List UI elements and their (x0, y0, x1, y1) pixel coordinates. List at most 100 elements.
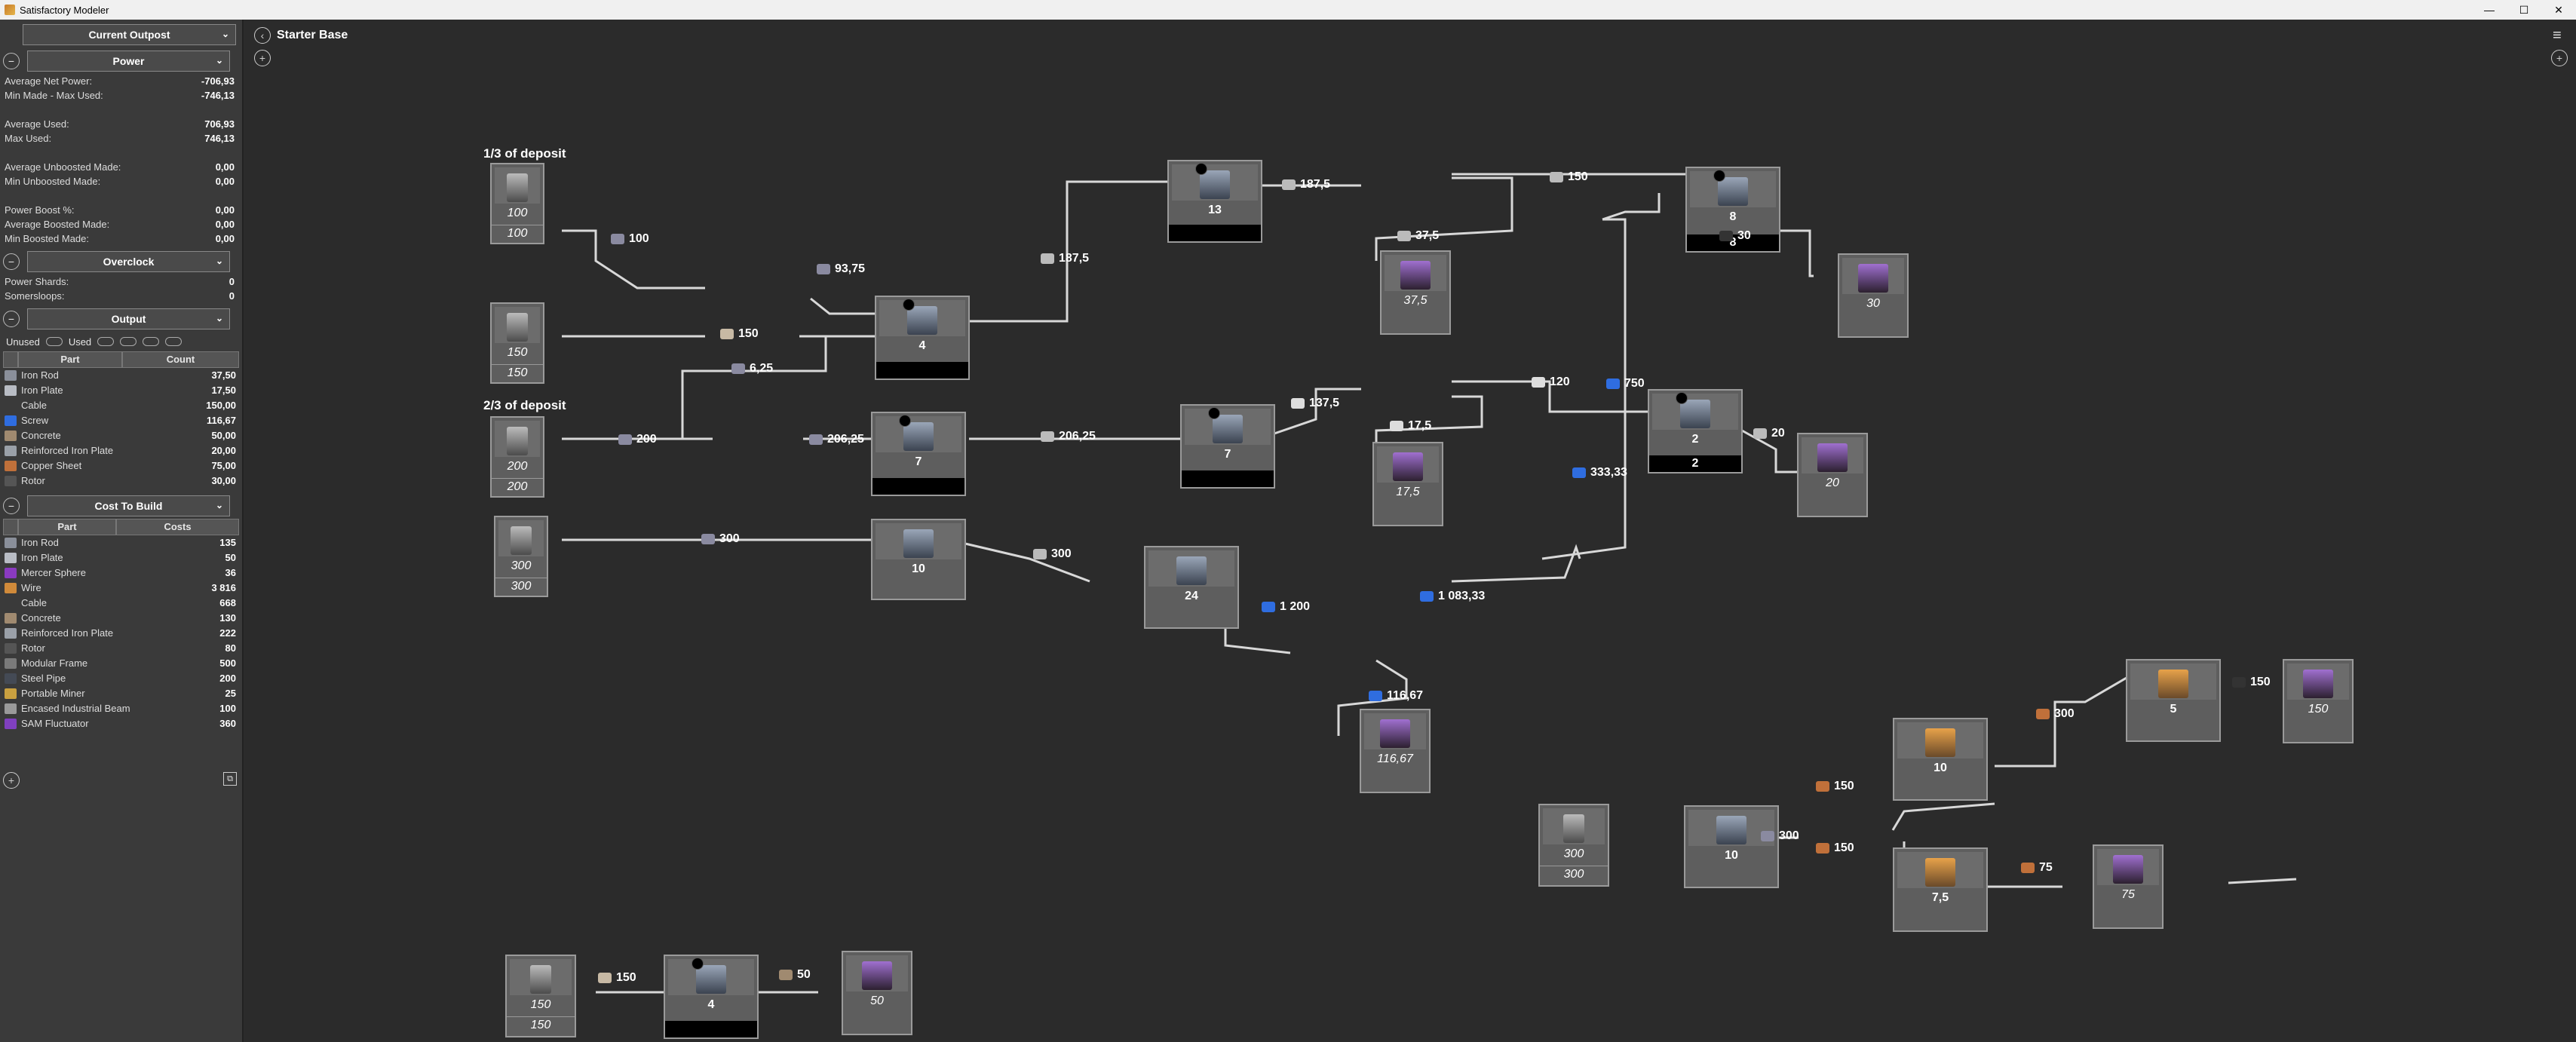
output-dropdown[interactable]: Output ⌄ (27, 308, 230, 329)
building-node[interactable]: 100 100 (490, 163, 544, 244)
flow-label[interactable]: 300 (701, 532, 740, 546)
flow-label[interactable]: 333,33 (1572, 466, 1627, 480)
flow-label[interactable]: 150 (1816, 841, 1854, 855)
flow-label[interactable]: 30 (1719, 229, 1751, 243)
table-row[interactable]: Cable 668 (0, 596, 242, 611)
building-node[interactable]: 4 (664, 955, 759, 1039)
flow-label[interactable]: 300 (1761, 829, 1799, 843)
flow-label[interactable]: 200 (618, 433, 657, 446)
table-row[interactable]: Copper Sheet 75,00 (0, 458, 242, 473)
table-row[interactable]: Iron Rod 37,50 (0, 368, 242, 383)
graph-canvas[interactable]: ‹ Starter Base + + ≡ 100 100 150 150 200… (245, 20, 2576, 1042)
table-row[interactable]: Steel Pipe 200 (0, 671, 242, 686)
table-row[interactable]: Iron Rod 135 (0, 535, 242, 550)
flow-label[interactable]: 17,5 (1390, 419, 1431, 433)
building-node[interactable]: 116,67 (1360, 709, 1431, 793)
flow-label[interactable]: 206,25 (809, 433, 864, 446)
flow-label[interactable]: 187,5 (1282, 178, 1330, 192)
building-node[interactable]: 7 (871, 412, 966, 496)
table-row[interactable]: Rotor 80 (0, 641, 242, 656)
overclock-dropdown[interactable]: Overclock ⌄ (27, 251, 230, 272)
flow-label[interactable]: 206,25 (1041, 430, 1096, 443)
building-node[interactable]: 75 (2093, 844, 2164, 929)
building-node[interactable]: 300 300 (494, 516, 548, 597)
table-row[interactable]: Encased Industrial Beam 100 (0, 701, 242, 716)
building-node[interactable]: 7,5 (1893, 847, 1988, 932)
flow-label[interactable]: 150 (720, 327, 759, 341)
flow-label[interactable]: 120 (1532, 375, 1570, 389)
power-dropdown[interactable]: Power ⌄ (27, 51, 230, 72)
collapse-icon[interactable]: − (3, 498, 20, 514)
filter-toggle-2[interactable] (143, 337, 160, 346)
building-node[interactable]: 4 (875, 296, 970, 380)
flow-label[interactable]: 150 (598, 971, 636, 985)
table-row[interactable]: Iron Plate 50 (0, 550, 242, 565)
col-costs[interactable]: Costs (116, 519, 239, 535)
col-part[interactable]: Part (18, 351, 122, 368)
building-node[interactable]: 10 (1684, 805, 1779, 888)
building-node[interactable]: 10 (1893, 718, 1988, 801)
flow-label[interactable]: 300 (1033, 547, 1072, 561)
table-row[interactable]: Concrete 50,00 (0, 428, 242, 443)
close-icon[interactable]: ✕ (2541, 0, 2576, 20)
table-row[interactable]: Iron Plate 17,50 (0, 383, 242, 398)
maximize-icon[interactable]: ☐ (2507, 0, 2541, 20)
flow-label[interactable]: 150 (1816, 780, 1854, 793)
flow-label[interactable]: 20 (1753, 427, 1785, 440)
building-node[interactable]: 200 200 (490, 416, 544, 498)
building-node[interactable]: 20 (1797, 433, 1868, 517)
table-row[interactable]: Portable Miner 25 (0, 686, 242, 701)
flow-label[interactable]: 1 083,33 (1420, 590, 1485, 603)
flow-label[interactable]: 300 (2036, 707, 2075, 721)
collapse-icon[interactable]: − (3, 311, 20, 327)
used-toggle[interactable] (97, 337, 115, 346)
flow-label[interactable]: 37,5 (1397, 229, 1439, 243)
cost-dropdown[interactable]: Cost To Build ⌄ (27, 495, 230, 516)
flow-label[interactable]: 150 (1550, 170, 1588, 184)
table-row[interactable]: Wire 3 816 (0, 581, 242, 596)
table-row[interactable]: Reinforced Iron Plate 222 (0, 626, 242, 641)
table-row[interactable]: Rotor 30,00 (0, 473, 242, 489)
flow-label[interactable]: 100 (611, 232, 649, 246)
building-node[interactable]: 10 (871, 519, 966, 600)
building-node[interactable]: 300 300 (1538, 804, 1609, 887)
building-node[interactable]: 7 (1180, 404, 1275, 489)
flow-label[interactable]: 150 (2232, 676, 2271, 689)
flow-label[interactable]: 750 (1606, 377, 1645, 391)
table-row[interactable]: Concrete 130 (0, 611, 242, 626)
table-row[interactable]: SAM Fluctuator 360 (0, 716, 242, 731)
flow-label[interactable]: 93,75 (817, 262, 865, 276)
building-node[interactable]: 17,5 (1372, 442, 1443, 526)
building-node[interactable]: 24 (1144, 546, 1239, 629)
building-node[interactable]: 22 (1648, 389, 1743, 473)
flow-label[interactable]: 137,5 (1291, 397, 1339, 410)
col-part[interactable]: Part (18, 519, 116, 535)
flow-label[interactable]: 116,67 (1369, 689, 1423, 703)
building-node[interactable]: 13 (1167, 160, 1262, 243)
flow-label[interactable]: 6,25 (731, 362, 773, 375)
table-row[interactable]: Modular Frame 500 (0, 656, 242, 671)
table-row[interactable]: Screw 116,67 (0, 413, 242, 428)
flow-label[interactable]: 187,5 (1041, 252, 1089, 265)
building-node[interactable]: 30 (1838, 253, 1909, 338)
table-row[interactable]: Cable 150,00 (0, 398, 242, 413)
unused-toggle[interactable] (45, 337, 63, 346)
flow-label[interactable]: 1 200 (1262, 600, 1310, 614)
building-node[interactable]: 5 (2126, 659, 2221, 742)
building-node[interactable]: 150 150 (505, 955, 576, 1037)
building-node[interactable]: 150 150 (490, 302, 544, 384)
flow-label[interactable]: 50 (779, 968, 811, 982)
collapse-icon[interactable]: − (3, 253, 20, 270)
table-row[interactable]: Reinforced Iron Plate 20,00 (0, 443, 242, 458)
filter-toggle-3[interactable] (165, 337, 182, 346)
add-outpost-icon[interactable]: + (3, 772, 20, 789)
collapse-icon[interactable]: − (3, 53, 20, 69)
building-node[interactable]: 150 (2283, 659, 2354, 743)
flow-label[interactable]: 75 (2021, 861, 2053, 875)
filter-toggle-1[interactable] (120, 337, 137, 346)
building-node[interactable]: 50 (842, 951, 912, 1035)
outpost-dropdown[interactable]: Current Outpost ⌄ (23, 24, 236, 45)
popout-icon[interactable]: ⧉ (223, 772, 237, 786)
table-row[interactable]: Mercer Sphere 36 (0, 565, 242, 581)
col-count[interactable]: Count (122, 351, 239, 368)
